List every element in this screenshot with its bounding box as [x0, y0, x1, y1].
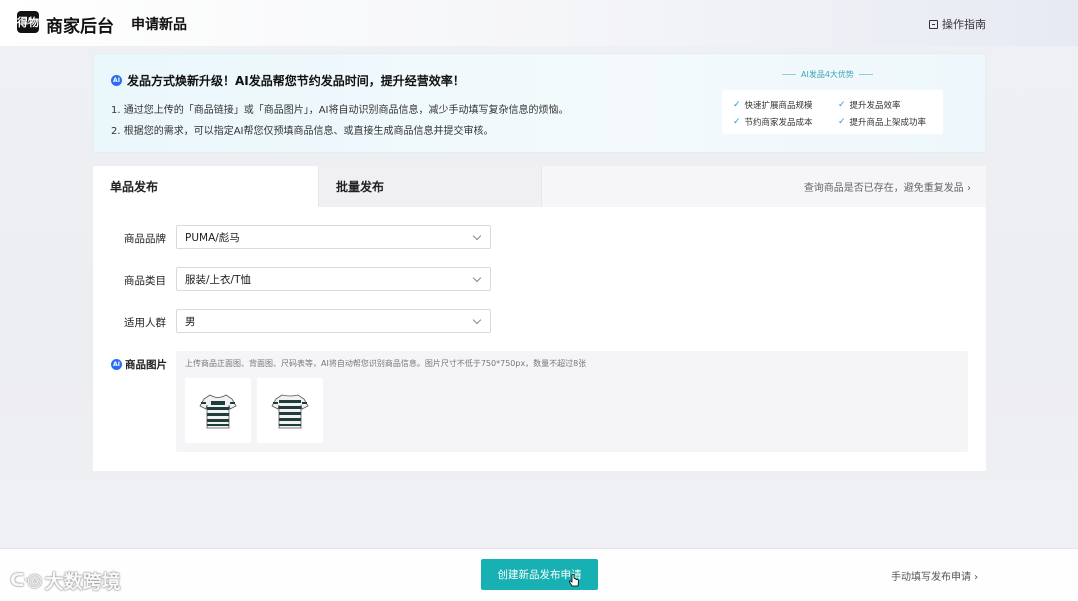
images-label: AI 商品图片 — [111, 357, 167, 372]
check-existing-link[interactable]: 查询商品是否已存在，避免重复发品 › — [804, 179, 971, 194]
bottom-action-bar: ᑢ◎ 大数跨境 创建新品发布申请 手动填写发布申请 › — [0, 548, 1078, 601]
banner-title: AI 发品方式焕新升级！AI发品帮您节约发品时间，提升经营效率！ — [111, 72, 465, 89]
hand-cursor-icon — [568, 574, 579, 587]
guide-icon — [929, 19, 938, 29]
chevron-down-icon — [472, 231, 482, 241]
upload-hint: 上传商品正面图、背面图、尺码表等，AI将自动帮您识别商品信息。图片尺寸不低于75… — [185, 359, 587, 368]
logo-icon: 得物 — [17, 11, 39, 33]
create-application-button[interactable]: 创建新品发布申请 — [481, 559, 598, 590]
ai-badge-icon: AI — [111, 75, 122, 86]
brand-name: 商家后台 — [46, 17, 114, 37]
check-icon: ✓ — [733, 116, 741, 127]
manual-fill-link[interactable]: 手动填写发布申请 › — [891, 568, 978, 583]
page-title: 申请新品 — [131, 17, 187, 33]
check-icon: ✓ — [733, 99, 741, 110]
advantage-item: ✓ 快速扩展商品规模 — [733, 99, 813, 111]
banner-line-1: 1. 通过您上传的「商品链接」或「商品图片」，AI将自动识别商品信息，减少手动填… — [111, 105, 569, 116]
brand-label: 商品品牌 — [124, 233, 166, 245]
banner-line-2: 2. 根据您的需求，可以指定AI帮您仅预填商品信息、或直接生成商品信息并提交审核… — [111, 126, 494, 137]
audience-select[interactable]: 男 — [176, 309, 491, 333]
top-bar: 得物 商家后台 申请新品 操作指南 — [0, 0, 1078, 46]
check-icon: ✓ — [838, 116, 846, 127]
image-upload-area[interactable]: 上传商品正面图、背面图、尺码表等，AI将自动帮您识别商品信息。图片尺寸不低于75… — [176, 351, 968, 452]
chevron-down-icon — [472, 315, 482, 325]
banner-title-text: 发品方式焕新升级！AI发品帮您节约发品时间，提升经营效率！ — [127, 74, 465, 88]
ai-badge-icon: AI — [111, 359, 122, 370]
brand-value: PUMA/彪马 — [185, 231, 240, 244]
category-value: 服装/上衣/T恤 — [185, 273, 251, 286]
publish-tabs: 单品发布 批量发布 查询商品是否已存在，避免重复发品 › — [93, 166, 986, 207]
advantage-item: ✓ 提升发品效率 — [838, 99, 901, 111]
advantage-item: ✓ 提升商品上架成功率 — [838, 116, 927, 128]
product-image-thumbnail[interactable] — [185, 378, 251, 443]
tab-single-publish[interactable]: 单品发布 — [93, 166, 318, 207]
chevron-down-icon — [472, 273, 482, 283]
category-label: 商品类目 — [124, 275, 166, 287]
watermark-logo-icon: ᑢ◎ — [10, 570, 43, 591]
guide-link[interactable]: 操作指南 — [929, 16, 986, 32]
advantage-item: ✓ 节约商家发品成本 — [733, 116, 813, 128]
ai-promo-banner: AI 发品方式焕新升级！AI发品帮您节约发品时间，提升经营效率！ 1. 通过您上… — [93, 53, 986, 153]
brand-select[interactable]: PUMA/彪马 — [176, 225, 491, 249]
audience-value: 男 — [185, 315, 196, 328]
check-icon: ✓ — [838, 99, 846, 110]
tshirt-back-image — [271, 394, 309, 428]
category-select[interactable]: 服装/上衣/T恤 — [176, 267, 491, 291]
advantages-box: ✓ 快速扩展商品规模 ✓ 提升发品效率 ✓ 节约商家发品成本 ✓ 提升商品上架成功率 — [722, 90, 943, 134]
product-image-thumbnail[interactable] — [257, 378, 323, 443]
watermark: ᑢ◎ 大数跨境 — [10, 570, 121, 593]
advantages-title: AI发品4大优势 — [782, 69, 873, 80]
tshirt-front-image — [199, 394, 237, 428]
tab-batch-publish[interactable]: 批量发布 — [318, 166, 542, 207]
publish-card: 单品发布 批量发布 查询商品是否已存在，避免重复发品 › 商品品牌 PUMA/彪… — [93, 166, 986, 471]
guide-label: 操作指南 — [942, 18, 986, 31]
audience-label: 适用人群 — [124, 317, 166, 329]
